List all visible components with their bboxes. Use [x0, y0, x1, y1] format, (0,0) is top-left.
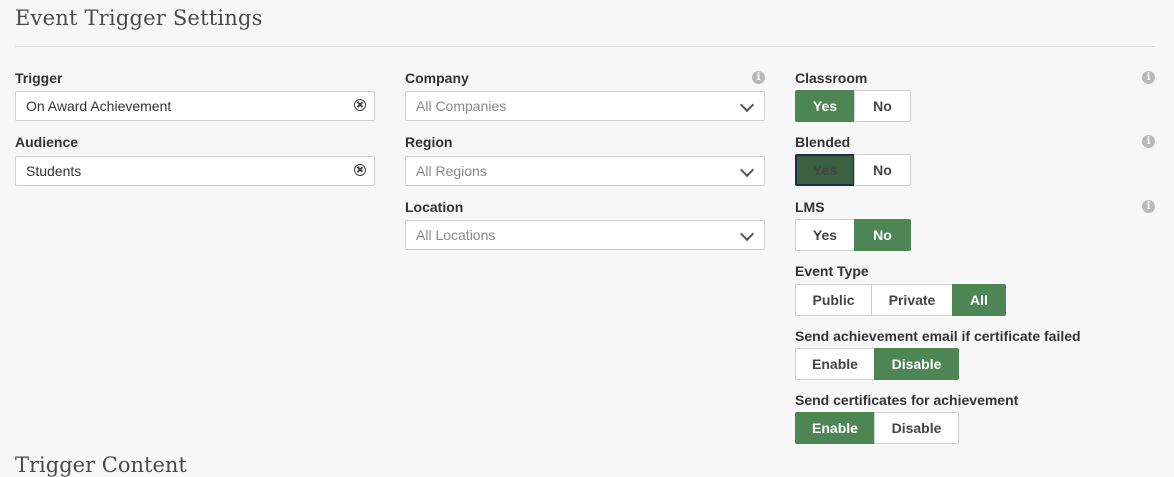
event-type-all-button[interactable]: All — [952, 284, 1006, 316]
info-icon[interactable]: i — [1142, 71, 1155, 84]
title-divider — [15, 46, 1155, 47]
event-type-label: Event Type — [795, 263, 869, 279]
lms-toggle: Yes No — [795, 219, 911, 251]
location-label: Location — [405, 199, 464, 215]
trigger-value: On Award Achievement — [26, 98, 172, 114]
lms-yes-button[interactable]: Yes — [795, 219, 855, 251]
region-label: Region — [405, 134, 453, 150]
trigger-label: Trigger — [15, 70, 63, 86]
company-placeholder: All Companies — [416, 98, 507, 114]
send-email-failed-toggle: Enable Disable — [795, 348, 959, 380]
lms-label: LMS — [795, 199, 825, 215]
blended-no-button[interactable]: No — [854, 154, 911, 186]
trigger-field[interactable]: On Award Achievement — [15, 91, 375, 121]
audience-label: Audience — [15, 134, 79, 150]
location-select[interactable]: All Locations — [405, 220, 765, 250]
chevron-down-icon — [739, 97, 755, 113]
send-certificates-label: Send certificates for achievement — [795, 392, 1019, 408]
blended-label: Blended — [795, 134, 851, 150]
lms-no-button[interactable]: No — [854, 219, 911, 251]
info-icon[interactable]: i — [1142, 135, 1155, 148]
chevron-down-icon — [739, 226, 755, 242]
info-icon[interactable]: i — [1142, 200, 1155, 213]
clear-icon[interactable] — [354, 164, 366, 176]
region-placeholder: All Regions — [416, 163, 487, 179]
send-certificates-toggle: Enable Disable — [795, 412, 959, 444]
info-icon[interactable]: i — [752, 71, 765, 84]
send-email-failed-label: Send achievement email if certificate fa… — [795, 328, 1081, 344]
send-email-failed-disable-button[interactable]: Disable — [874, 348, 959, 380]
blended-yes-button[interactable]: Yes — [795, 154, 855, 186]
location-placeholder: All Locations — [416, 227, 496, 243]
classroom-label: Classroom — [795, 70, 868, 86]
classroom-toggle: Yes No — [795, 90, 911, 122]
next-section-title: Trigger Content — [15, 453, 187, 477]
event-type-private-button[interactable]: Private — [871, 284, 953, 316]
audience-value: Students — [26, 163, 82, 179]
send-certificates-disable-button[interactable]: Disable — [874, 412, 959, 444]
audience-field[interactable]: Students — [15, 156, 375, 186]
page-title: Event Trigger Settings — [15, 6, 263, 30]
region-select[interactable]: All Regions — [405, 156, 765, 186]
event-type-toggle: Public Private All — [795, 284, 1006, 316]
company-select[interactable]: All Companies — [405, 91, 765, 121]
clear-icon[interactable] — [354, 99, 366, 111]
chevron-down-icon — [739, 162, 755, 178]
send-email-failed-enable-button[interactable]: Enable — [795, 348, 875, 380]
company-label: Company — [405, 70, 469, 86]
blended-toggle: Yes No — [795, 154, 911, 186]
classroom-yes-button[interactable]: Yes — [795, 90, 855, 122]
send-certificates-enable-button[interactable]: Enable — [795, 412, 875, 444]
classroom-no-button[interactable]: No — [854, 90, 911, 122]
event-type-public-button[interactable]: Public — [795, 284, 872, 316]
